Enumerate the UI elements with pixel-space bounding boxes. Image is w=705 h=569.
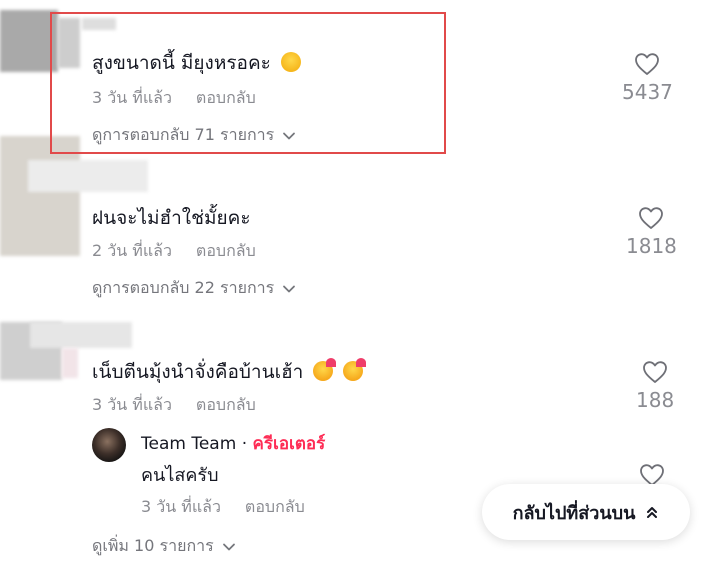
like-button[interactable]: 5437 <box>622 52 673 104</box>
reply-meta: 3 วัน ที่แล้ว ตอบกลับ <box>141 495 305 520</box>
reply-button[interactable]: ตอบกลับ <box>196 395 256 414</box>
username-blurred[interactable] <box>28 160 148 192</box>
reply-time: 3 วัน ที่แล้ว <box>141 497 221 516</box>
chevron-down-icon <box>222 543 235 550</box>
comment-time: 3 วัน ที่แล้ว <box>92 88 172 107</box>
heart-face-emoji-icon <box>343 358 367 381</box>
comment-meta: 3 วัน ที่แล้ว ตอบกลับ <box>92 86 256 111</box>
creator-avatar[interactable] <box>92 428 126 462</box>
heart-face-emoji-icon <box>313 358 337 381</box>
view-replies-label: ดูการตอบกลับ 22 รายการ <box>92 278 275 297</box>
back-to-top-label: กลับไปที่ส่วนบน <box>512 502 636 524</box>
comment-text: เน็บตีนมุ้งนำจั่งคือบ้านเฮ้า <box>92 357 367 387</box>
username-blurred[interactable] <box>30 322 132 348</box>
laughing-emoji-icon <box>280 52 301 72</box>
chevron-down-icon <box>283 132 296 139</box>
view-more-label: ดูเพิ่ม 10 รายการ <box>92 536 214 555</box>
separator-dot: · <box>241 434 248 454</box>
avatar-blurred[interactable] <box>0 136 80 256</box>
avatar-blurred-edge <box>62 348 78 378</box>
comment-section: สูงขนาดนี้ มียุงหรอคะ 3 วัน ที่แล้วตอบกล… <box>0 0 705 569</box>
comment-meta: 2 วัน ที่แล้ว ตอบกลับ <box>92 239 256 264</box>
reply-text: คนไสครับ <box>141 465 219 486</box>
like-button[interactable]: 188 <box>636 360 674 412</box>
comment-time: 3 วัน ที่แล้ว <box>92 395 172 414</box>
chevron-down-icon <box>283 285 296 292</box>
comment-text: ฝนจะไม่ฮำใช่มั้ยคะ <box>92 207 251 229</box>
view-replies-button[interactable]: ดูการตอบกลับ 22 รายการ <box>92 276 296 301</box>
reply-button[interactable]: ตอบกลับ <box>196 88 256 107</box>
reply-button[interactable]: ตอบกลับ <box>245 497 305 516</box>
comment-text: สูงขนาดนี้ มียุงหรอคะ <box>92 48 301 78</box>
view-more-button[interactable]: ดูเพิ่ม 10 รายการ <box>92 534 236 559</box>
like-button[interactable]: 1818 <box>626 206 677 258</box>
like-count: 5437 <box>622 80 673 104</box>
like-count: 188 <box>636 388 675 412</box>
view-replies-button[interactable]: ดูการตอบกลับ 71 รายการ <box>92 123 296 148</box>
heart-icon <box>643 361 667 383</box>
double-chevron-up-icon <box>647 507 658 518</box>
view-replies-label: ดูการตอบกลับ 71 รายการ <box>92 125 275 144</box>
back-to-top-button[interactable]: กลับไปที่ส่วนบน <box>482 484 690 540</box>
comment-meta: 3 วัน ที่แล้ว ตอบกลับ <box>92 393 256 418</box>
comment-time: 2 วัน ที่แล้ว <box>92 241 172 260</box>
like-count: 1818 <box>626 234 677 258</box>
reply-button[interactable]: ตอบกลับ <box>196 241 256 260</box>
reply-author-line: Team Team · ครีเอเตอร์ <box>141 430 325 457</box>
comment-text-content: สูงขนาดนี้ มียุงหรอคะ <box>92 52 271 74</box>
creator-badge: ครีเอเตอร์ <box>252 434 326 454</box>
reply-author-name[interactable]: Team Team <box>141 434 236 454</box>
heart-icon <box>635 53 660 75</box>
heart-icon <box>639 207 664 229</box>
comment-text-content: เน็บตีนมุ้งนำจั่งคือบ้านเฮ้า <box>92 361 304 383</box>
